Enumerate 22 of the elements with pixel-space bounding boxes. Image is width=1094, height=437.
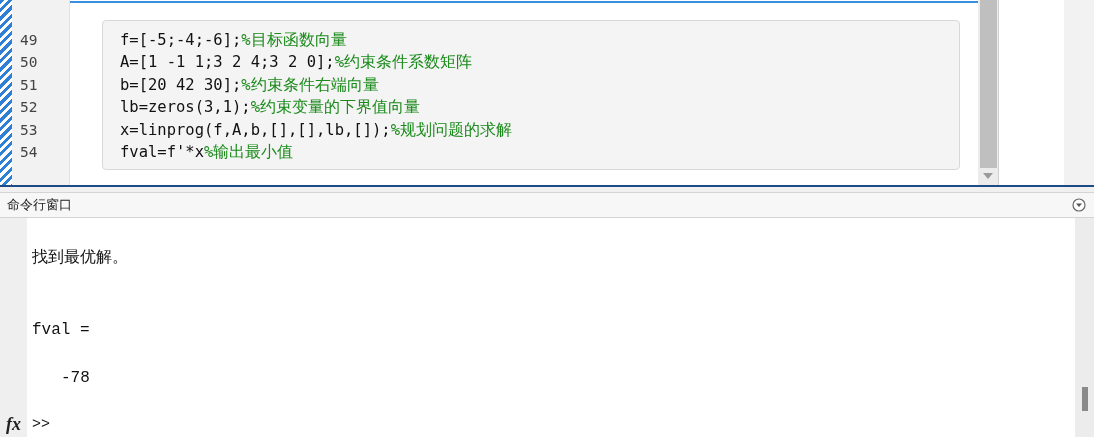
- line-number: 53: [19, 120, 39, 140]
- scroll-down-icon[interactable]: [983, 173, 993, 179]
- function-button[interactable]: fx: [6, 414, 21, 435]
- line-number: 54: [19, 143, 39, 163]
- output-line: fval =: [32, 320, 91, 341]
- line-number: 49: [19, 31, 39, 50]
- line-number: 50: [19, 53, 39, 73]
- line-number: 51: [19, 75, 39, 95]
- panel-title: 命令行窗口: [7, 196, 72, 214]
- scrollbar[interactable]: [978, 0, 998, 185]
- code-line: b=[20 42 30];%约束条件右端向量: [120, 74, 380, 96]
- code-line: A=[1 -1 1;3 2 4;3 2 0];%约束条件系数矩阵: [120, 52, 473, 74]
- scrollbar[interactable]: [1075, 218, 1094, 437]
- dropdown-icon[interactable]: [1072, 198, 1086, 212]
- code-line: f=[-5;-4;-6];%目标函数向量: [120, 30, 348, 51]
- code-line: fval=f'*x%输出最小值: [120, 142, 295, 164]
- output-line: 找到最优解。: [32, 248, 129, 269]
- code-line: x=linprog(f,A,b,[],[],lb,[]);%规划问题的求解: [120, 119, 513, 141]
- output-line: -78: [60, 368, 91, 389]
- code-line: lb=zeros(3,1);%约束变量的下界值向量: [120, 97, 421, 119]
- line-number: 52: [19, 98, 39, 118]
- command-prompt[interactable]: >>: [32, 413, 1075, 437]
